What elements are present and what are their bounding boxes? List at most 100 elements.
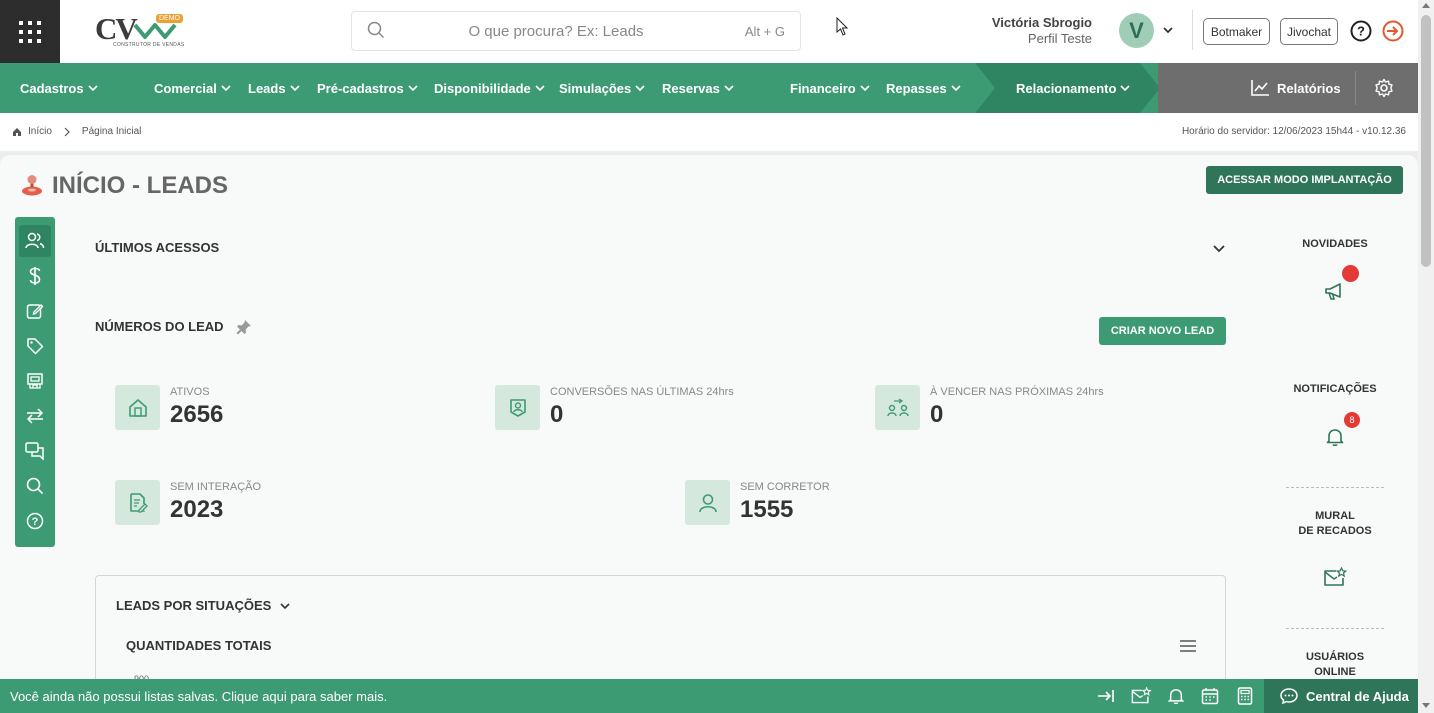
chevron-down-icon (221, 85, 231, 92)
leads-by-status-toggle[interactable]: LEADS POR SITUAÇÕES (116, 598, 291, 613)
breadcrumb-current: Página Inicial (81, 126, 142, 137)
tag-icon (27, 338, 44, 355)
server-time: Horário do servidor: 12/06/2023 15h44 - … (1181, 126, 1406, 137)
nav-divider (1355, 71, 1356, 105)
svg-text:?: ? (32, 516, 39, 528)
chevron-down-icon (860, 85, 870, 92)
news-indicator-dot (1342, 265, 1359, 282)
users-icon (25, 232, 45, 249)
pin-icon[interactable] (236, 319, 252, 335)
botmaker-button[interactable]: Botmaker (1203, 18, 1270, 45)
chevron-down-icon (724, 85, 734, 92)
rail-leads-button[interactable] (19, 225, 51, 257)
right-column-divider (1286, 628, 1384, 629)
nav-financeiro[interactable]: Financeiro (790, 63, 870, 113)
nav-label: Relatórios (1277, 80, 1341, 96)
nav-leads[interactable]: Leads (248, 63, 300, 113)
nav-cadastros[interactable]: Cadastros (20, 63, 98, 113)
nav-repasses[interactable]: Repasses (886, 63, 961, 113)
mail-star-icon[interactable] (1130, 687, 1152, 706)
user-name[interactable]: Victória Sbrogio (992, 15, 1092, 30)
main-nav: Cadastros Comercial Leads Pré-cadastros … (0, 63, 1418, 113)
stat-value: 0 (930, 401, 944, 428)
page-title: INÍCIO - LEADS (52, 172, 229, 199)
side-rail: ? (15, 217, 55, 547)
chat-dots-icon (1280, 688, 1298, 704)
nav-comercial[interactable]: Comercial (154, 63, 231, 113)
apps-grid-button[interactable] (0, 0, 60, 63)
calculator-icon[interactable] (1237, 687, 1253, 705)
user-profile: Perfil Teste (1027, 31, 1092, 46)
calendar-icon[interactable] (1201, 687, 1219, 705)
bell-icon[interactable] (1168, 687, 1184, 705)
rail-tags-button[interactable] (19, 330, 51, 362)
help-center-button[interactable]: Central de Ajuda (1264, 679, 1418, 713)
chevron-down-icon[interactable] (1162, 24, 1174, 36)
recent-access-title[interactable]: ÚLTIMOS ACESSOS (95, 240, 219, 255)
rail-finance-button[interactable] (19, 260, 51, 292)
chevron-down-icon[interactable] (1212, 243, 1226, 255)
chevron-down-icon (1120, 85, 1130, 92)
rail-transfer-button[interactable] (19, 400, 51, 432)
chevron-down-icon (535, 85, 545, 92)
help-icon[interactable]: ? (1350, 20, 1372, 42)
page-scrollbar[interactable] (1418, 0, 1434, 713)
svg-text:?: ? (1357, 24, 1365, 39)
nav-relatorios[interactable]: Relatórios (1250, 63, 1341, 113)
collapse-right-icon[interactable] (1097, 687, 1115, 705)
nav-label: Relacionamento (1016, 80, 1117, 96)
board-label-line2: DE RECADOS (1298, 525, 1372, 537)
search-icon (26, 477, 44, 495)
stat-value: 2023 (170, 496, 224, 523)
home-icon (115, 385, 160, 430)
rail-help-button[interactable]: ? (19, 505, 51, 537)
saved-lists-message[interactable]: Você ainda não possui listas salvas. Cli… (10, 689, 387, 704)
scroll-down-arrow[interactable] (1422, 703, 1430, 708)
rail-search-button[interactable] (19, 470, 51, 502)
chevron-down-icon (88, 85, 98, 92)
board-label-line1: MURAL (1315, 510, 1355, 522)
notifications-label: NOTIFICAÇÕES (1293, 383, 1377, 395)
nav-label: Simulações (559, 80, 632, 96)
stat-label: SEM INTERAÇÃO (170, 481, 262, 493)
stat-value: 1555 (740, 496, 794, 523)
jivochat-button[interactable]: Jivochat (1280, 18, 1338, 45)
mail-star-icon[interactable] (1323, 567, 1347, 589)
avatar[interactable]: V (1119, 13, 1154, 48)
nav-label: Financeiro (790, 80, 856, 96)
stat-label: À VENCER NAS PRÓXIMAS 24hrs (930, 386, 1104, 398)
brand-logo[interactable]: CV DEMO CONSTRUTOR DE VENDAS (95, 11, 185, 51)
nav-label: Disponibilidade (434, 80, 531, 96)
megaphone-icon[interactable] (1324, 281, 1346, 301)
breadcrumb: Início Página Inicial (12, 126, 141, 137)
global-search: Alt + G (351, 11, 801, 51)
rail-edit-button[interactable] (19, 295, 51, 327)
panel-subtitle: QUANTIDADES TOTAIS (126, 638, 272, 653)
right-column-divider (1286, 487, 1384, 488)
hamburger-menu-icon[interactable] (1179, 639, 1197, 653)
rail-chat-button[interactable] (19, 435, 51, 467)
rail-units-button[interactable] (19, 365, 51, 397)
nav-disponibilidade[interactable]: Disponibilidade (434, 63, 545, 113)
scroll-up-arrow[interactable] (1422, 3, 1430, 8)
help-center-label: Central de Ajuda (1306, 688, 1409, 704)
nav-label: Reservas (662, 80, 720, 96)
gear-icon[interactable] (1374, 78, 1394, 98)
breadcrumb-home[interactable]: Início (28, 126, 52, 137)
nav-reservas[interactable]: Reservas (662, 63, 734, 113)
mouse-cursor-icon (836, 17, 849, 36)
nav-pre-cadastros[interactable]: Pré-cadastros (317, 63, 418, 113)
create-lead-button[interactable]: CRIAR NOVO LEAD (1099, 317, 1226, 345)
nav-label: Leads (248, 80, 286, 96)
implant-mode-button[interactable]: ACESSAR MODO IMPLANTAÇÃO (1206, 166, 1403, 194)
nav-relacionamento[interactable]: Relacionamento (1016, 63, 1130, 113)
bell-icon[interactable] (1326, 427, 1344, 447)
joystick-icon (22, 175, 42, 196)
arrows-swap-icon (26, 408, 44, 424)
logout-icon[interactable] (1382, 20, 1404, 42)
search-input[interactable] (352, 12, 800, 50)
logo-demo-badge: DEMO (156, 14, 183, 23)
main-content: INÍCIO - LEADS ACESSAR MODO IMPLANTAÇÃO … (0, 155, 1418, 695)
scroll-thumb[interactable] (1421, 15, 1431, 267)
nav-simulacoes[interactable]: Simulações (559, 63, 645, 113)
